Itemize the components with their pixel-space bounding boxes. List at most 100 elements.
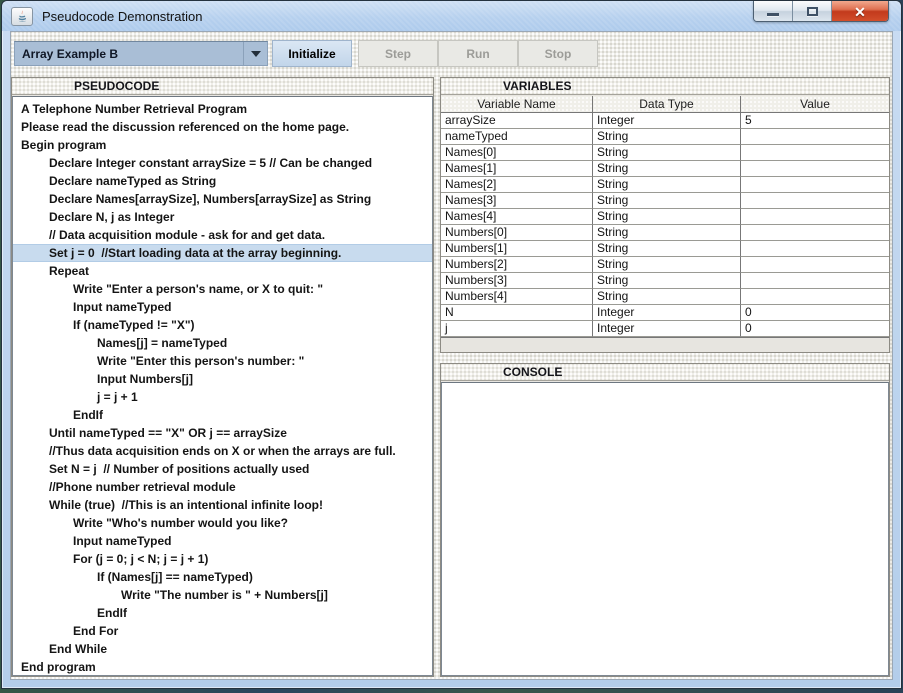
data-type-cell: String	[593, 193, 741, 209]
value-cell	[741, 145, 889, 161]
variable-name-cell: Numbers[0]	[441, 225, 593, 241]
window-title: Pseudocode Demonstration	[42, 9, 202, 24]
pseudocode-line[interactable]: Set N = j // Number of positions actuall…	[13, 460, 432, 478]
table-row[interactable]: Numbers[0]String	[441, 225, 889, 241]
pseudocode-line[interactable]: j = j + 1	[13, 388, 432, 406]
table-row[interactable]: jInteger0	[441, 321, 889, 337]
pseudocode-line[interactable]: Declare Integer constant arraySize = 5 /…	[13, 154, 432, 172]
pseudocode-line[interactable]: Write "Enter this person's number: "	[13, 352, 432, 370]
pseudocode-line[interactable]: Input nameTyped	[13, 298, 432, 316]
variables-table-body: arraySizeInteger5nameTypedStringNames[0]…	[441, 113, 889, 337]
pseudocode-line[interactable]: Declare nameTyped as String	[13, 172, 432, 190]
pseudocode-line[interactable]: Please read the discussion referenced on…	[13, 118, 432, 136]
variable-name-cell: Numbers[2]	[441, 257, 593, 273]
minimize-icon	[767, 13, 779, 16]
value-cell: 0	[741, 321, 889, 337]
pseudocode-line[interactable]: For (j = 0; j < N; j = j + 1)	[13, 550, 432, 568]
maximize-icon	[807, 7, 818, 16]
minimize-button[interactable]	[754, 1, 793, 22]
table-row[interactable]: Names[4]String	[441, 209, 889, 225]
data-type-cell: String	[593, 289, 741, 305]
step-button[interactable]: Step	[358, 40, 438, 67]
close-button[interactable]: ✕	[832, 1, 888, 22]
variable-name-cell: Numbers[3]	[441, 273, 593, 289]
table-row[interactable]: Names[0]String	[441, 145, 889, 161]
pseudocode-line[interactable]: Begin program	[13, 136, 432, 154]
pseudocode-line[interactable]: EndIf	[13, 406, 432, 424]
example-select[interactable]: Array Example B	[14, 41, 268, 66]
value-cell: 0	[741, 305, 889, 321]
pseudocode-line[interactable]: If (Names[j] == nameTyped)	[13, 568, 432, 586]
data-type-cell: String	[593, 129, 741, 145]
value-cell	[741, 161, 889, 177]
pseudocode-line[interactable]: While (true) //This is an intentional in…	[13, 496, 432, 514]
console-output[interactable]	[441, 382, 889, 676]
pseudocode-line[interactable]: End While	[13, 640, 432, 658]
table-row[interactable]: arraySizeInteger5	[441, 113, 889, 129]
table-row[interactable]: Numbers[2]String	[441, 257, 889, 273]
pseudocode-line[interactable]: //Thus data acquisition ends on X or whe…	[13, 442, 432, 460]
variables-panel: VARIABLES Variable Name Data Type Value …	[440, 77, 890, 353]
pseudocode-list: A Telephone Number Retrieval ProgramPlea…	[12, 96, 433, 676]
console-header: CONSOLE	[441, 364, 889, 381]
pseudocode-line[interactable]: Declare N, j as Integer	[13, 208, 432, 226]
java-coffee-icon	[11, 7, 33, 26]
toolbar: Array Example B Initialize Step Run Stop	[11, 32, 892, 76]
pseudocode-line[interactable]: Names[j] = nameTyped	[13, 334, 432, 352]
variables-header: VARIABLES	[441, 78, 889, 95]
value-cell	[741, 257, 889, 273]
pseudocode-line[interactable]: Repeat	[13, 262, 432, 280]
value-cell	[741, 289, 889, 305]
pseudocode-header: PSEUDOCODE	[12, 78, 433, 95]
stop-button[interactable]: Stop	[518, 40, 598, 67]
maximize-button[interactable]	[793, 1, 832, 22]
data-type-cell: String	[593, 241, 741, 257]
pseudocode-line[interactable]: Write "Who's number would you like?	[13, 514, 432, 532]
example-select-arrow-button[interactable]	[243, 42, 267, 65]
pseudocode-line[interactable]: EndIf	[13, 604, 432, 622]
variable-name-cell: arraySize	[441, 113, 593, 129]
table-row[interactable]: Numbers[3]String	[441, 273, 889, 289]
pseudocode-line[interactable]: Input nameTyped	[13, 532, 432, 550]
value-cell	[741, 209, 889, 225]
chevron-down-icon	[251, 51, 261, 57]
value-cell	[741, 241, 889, 257]
column-header-data-type: Data Type	[593, 96, 741, 113]
run-button[interactable]: Run	[438, 40, 518, 67]
variable-name-cell: Numbers[4]	[441, 289, 593, 305]
data-type-cell: String	[593, 145, 741, 161]
pseudocode-line[interactable]: End program	[13, 658, 432, 676]
variable-name-cell: Numbers[1]	[441, 241, 593, 257]
pseudocode-line[interactable]: If (nameTyped != "X")	[13, 316, 432, 334]
pseudocode-line[interactable]: Input Numbers[j]	[13, 370, 432, 388]
pseudocode-line[interactable]: // Data acquisition module - ask for and…	[13, 226, 432, 244]
titlebar[interactable]: Pseudocode Demonstration ✕	[2, 1, 901, 31]
variable-name-cell: nameTyped	[441, 129, 593, 145]
table-row[interactable]: Numbers[4]String	[441, 289, 889, 305]
variables-table: Variable Name Data Type Value arraySizeI…	[441, 96, 889, 338]
pseudocode-line[interactable]: End For	[13, 622, 432, 640]
variable-name-cell: Names[2]	[441, 177, 593, 193]
data-type-cell: String	[593, 209, 741, 225]
table-row[interactable]: Names[3]String	[441, 193, 889, 209]
console-panel: CONSOLE	[440, 363, 890, 677]
table-row[interactable]: Numbers[1]String	[441, 241, 889, 257]
value-cell	[741, 273, 889, 289]
pseudocode-line[interactable]: Until nameTyped == "X" OR j == arraySize	[13, 424, 432, 442]
pseudocode-line[interactable]: A Telephone Number Retrieval Program	[13, 100, 432, 118]
column-header-value: Value	[741, 96, 889, 113]
table-row[interactable]: Names[2]String	[441, 177, 889, 193]
pseudocode-line[interactable]: Declare Names[arraySize], Numbers[arrayS…	[13, 190, 432, 208]
data-type-cell: String	[593, 257, 741, 273]
pseudocode-line[interactable]: //Phone number retrieval module	[13, 478, 432, 496]
variable-name-cell: N	[441, 305, 593, 321]
table-row[interactable]: Names[1]String	[441, 161, 889, 177]
pseudocode-line-current[interactable]: Set j = 0 //Start loading data at the ar…	[13, 244, 432, 262]
table-row[interactable]: nameTypedString	[441, 129, 889, 145]
pseudocode-line[interactable]: Write "Enter a person's name, or X to qu…	[13, 280, 432, 298]
pseudocode-line[interactable]: Write "The number is " + Numbers[j]	[13, 586, 432, 604]
initialize-button[interactable]: Initialize	[272, 40, 352, 67]
data-type-cell: String	[593, 177, 741, 193]
variable-name-cell: Names[0]	[441, 145, 593, 161]
table-row[interactable]: NInteger0	[441, 305, 889, 321]
